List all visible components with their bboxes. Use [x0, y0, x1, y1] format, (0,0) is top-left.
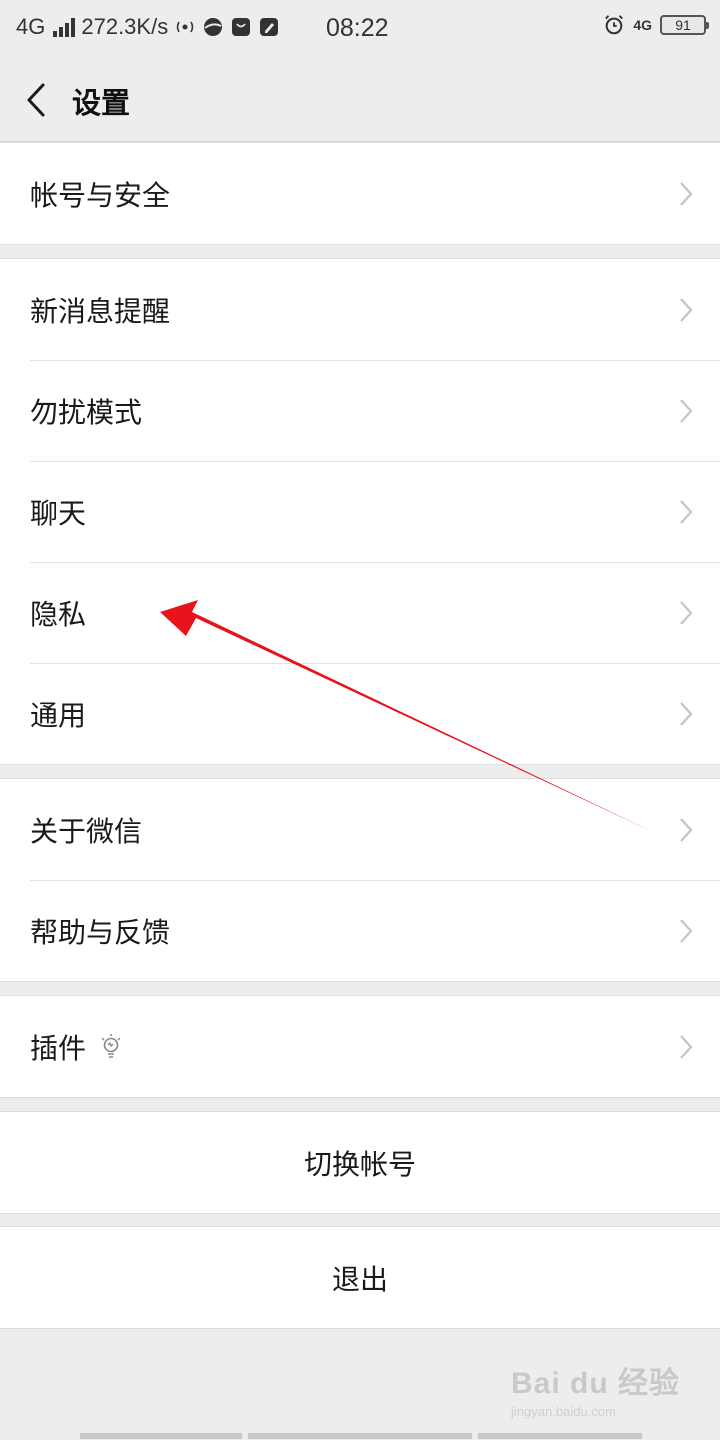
settings-item-help-feedback[interactable]: 帮助与反馈: [0, 880, 720, 981]
lightbulb-icon: [100, 1033, 122, 1060]
switch-account-label: 切换帐号: [303, 1147, 416, 1181]
watermark: Bai du 经验 jingyan.baidu.com: [511, 1358, 680, 1419]
item-label: 隐私: [30, 597, 87, 631]
chevron-right-icon: [680, 701, 693, 726]
plugins-group: 插件: [0, 995, 720, 1098]
logout-group: 退出: [0, 1226, 720, 1329]
account-group: 帐号与安全: [0, 142, 720, 245]
item-label: 通用: [30, 698, 87, 732]
shopping-bag-icon: [230, 16, 252, 38]
chevron-right-icon: [680, 600, 693, 625]
alarm-icon: [603, 14, 625, 36]
chevron-right-icon: [680, 1034, 693, 1059]
note-edit-icon: [258, 16, 280, 38]
page-title: 设置: [72, 86, 131, 120]
battery-level: 91: [675, 17, 691, 33]
network-type-secondary: 4G: [633, 17, 652, 33]
settings-item-chat[interactable]: 聊天: [0, 461, 720, 562]
item-label: 帮助与反馈: [30, 915, 171, 949]
switch-account-group: 切换帐号: [0, 1111, 720, 1214]
network-type: 4G: [16, 14, 46, 39]
settings-item-about-wechat[interactable]: 关于微信: [0, 779, 720, 880]
network-speed: 272.3K/s: [81, 14, 169, 39]
item-label: 插件: [30, 1031, 87, 1065]
item-label: 勿扰模式: [30, 395, 143, 429]
status-left: 4G 272.3K/s: [16, 14, 280, 40]
chevron-right-icon: [680, 398, 693, 423]
chevron-right-icon: [680, 817, 693, 842]
settings-item-privacy[interactable]: 隐私: [0, 562, 720, 663]
chevron-right-icon: [680, 499, 693, 524]
settings-item-plugins[interactable]: 插件: [0, 996, 720, 1097]
signal-icon: [53, 17, 76, 37]
app-notification-icon: [202, 16, 224, 38]
chevron-right-icon: [680, 297, 693, 322]
status-right: 4G 91: [603, 14, 709, 36]
item-label: 帐号与安全: [30, 178, 171, 212]
logout-label: 退出: [331, 1262, 388, 1296]
watermark-url: jingyan.baidu.com: [510, 1404, 616, 1419]
nav-bar: 设置: [0, 58, 720, 142]
bottom-decoration: [80, 1433, 642, 1439]
watermark-logo: Bai du 经验: [510, 1367, 680, 1400]
chevron-right-icon: [680, 181, 693, 206]
item-label: 新消息提醒: [30, 294, 171, 328]
back-button[interactable]: [14, 76, 58, 124]
about-group: 关于微信 帮助与反馈: [0, 778, 720, 982]
hotspot-icon: [174, 16, 196, 38]
switch-account-button[interactable]: 切换帐号: [0, 1112, 720, 1213]
settings-item-notifications[interactable]: 新消息提醒: [0, 259, 720, 360]
general-settings-group: 新消息提醒 勿扰模式 聊天 隐私 通用: [0, 258, 720, 765]
settings-item-do-not-disturb[interactable]: 勿扰模式: [0, 360, 720, 461]
settings-item-account-security[interactable]: 帐号与安全: [0, 143, 720, 244]
status-bar: 4G 272.3K/s 08:22 4G 91: [0, 0, 720, 58]
item-label: 聊天: [30, 496, 87, 530]
clock: 08:22: [326, 14, 389, 42]
item-label: 关于微信: [30, 814, 143, 848]
logout-button[interactable]: 退出: [0, 1227, 720, 1328]
back-arrow-icon: [27, 83, 45, 117]
chevron-right-icon: [680, 918, 693, 943]
battery-icon: 91: [660, 15, 709, 35]
settings-item-general[interactable]: 通用: [0, 663, 720, 764]
